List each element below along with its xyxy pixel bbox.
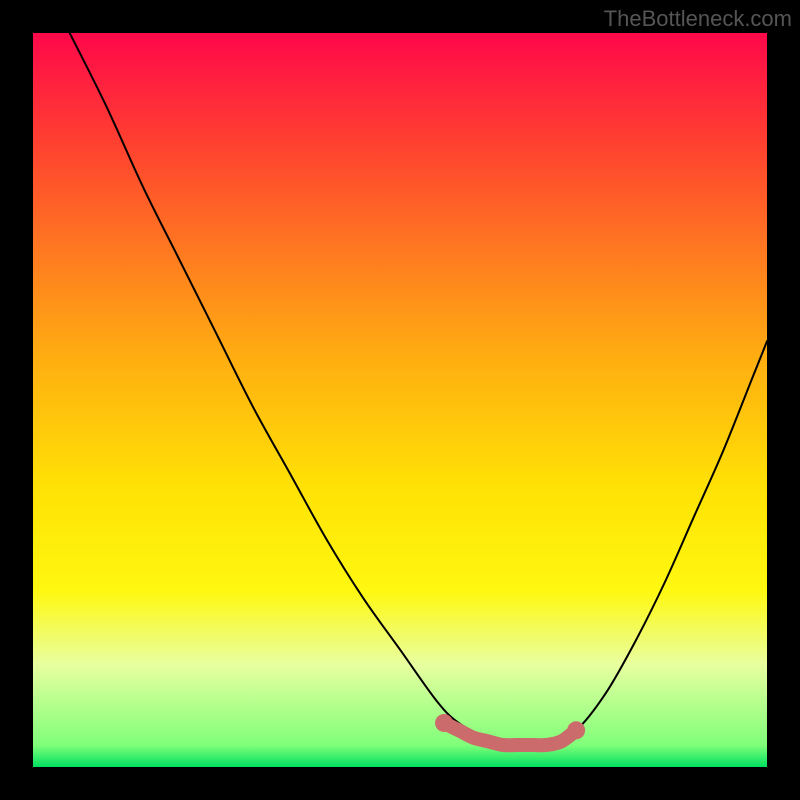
marker-dot	[567, 721, 585, 739]
marker-dot	[435, 714, 453, 732]
attribution-text: TheBottleneck.com	[604, 6, 792, 32]
plot-area	[33, 33, 767, 767]
chart-frame: TheBottleneck.com	[0, 0, 800, 800]
curve-layer	[33, 33, 767, 767]
chart-curve-left-branch	[70, 33, 547, 746]
chart-curve-right-branch	[547, 341, 767, 745]
marker-curve	[444, 723, 576, 745]
